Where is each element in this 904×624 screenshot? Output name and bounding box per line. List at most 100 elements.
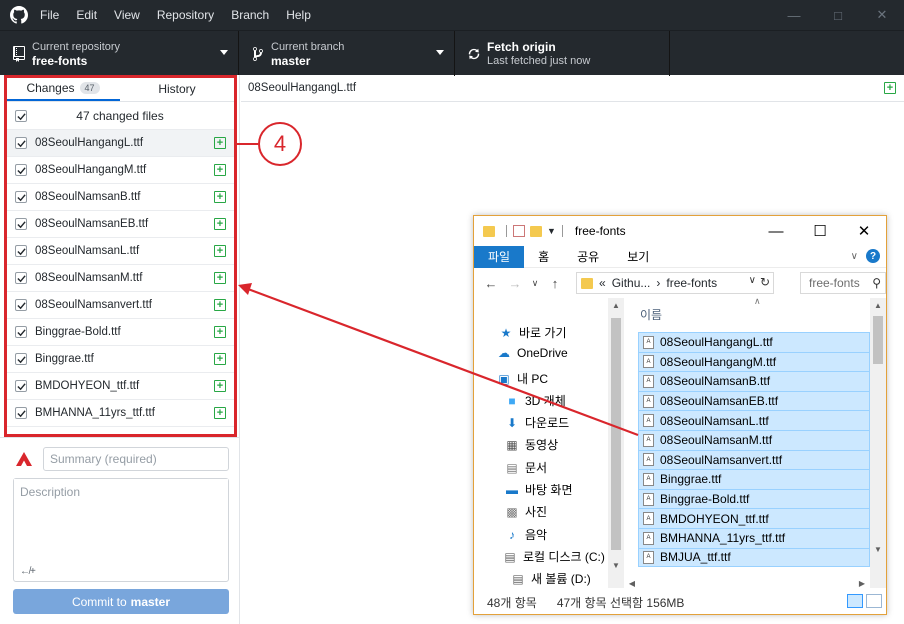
files-pane-scrollbar[interactable]: ▲ ▼ (870, 298, 886, 588)
expand-ribbon-icon[interactable]: ∨ (851, 251, 858, 262)
scroll-up-icon[interactable]: ▲ (608, 298, 624, 312)
file-row[interactable]: BMDOHYEON_ttf.ttf + (6, 373, 234, 400)
close-button[interactable]: ✕ (860, 0, 904, 30)
ribbon-tab-share[interactable]: 공유 (563, 246, 613, 268)
explorer-file-item[interactable]: A BMJUA_ttf.ttf (638, 547, 870, 568)
file-checkbox[interactable] (15, 191, 27, 203)
file-checkbox[interactable] (15, 272, 27, 284)
large-icons-view-icon[interactable] (866, 594, 882, 608)
file-checkbox[interactable] (15, 245, 27, 257)
file-row[interactable]: Binggrae.ttf + (6, 346, 234, 373)
nav-item[interactable]: ▤ 문서 (504, 459, 547, 476)
column-header-name[interactable]: 이름 (640, 306, 662, 323)
file-checkbox[interactable] (15, 218, 27, 230)
nav-item[interactable]: ♪ 음악 (504, 526, 547, 543)
nav-item[interactable]: ▩ 사진 (504, 503, 547, 520)
current-repository-dropdown[interactable]: Current repository free-fonts (0, 31, 239, 76)
breadcrumb-parent[interactable]: Githu... (612, 276, 651, 290)
recent-locations-icon[interactable]: ∨ (526, 278, 544, 289)
breadcrumb-current[interactable]: free-fonts (666, 276, 717, 290)
forward-arrow-icon[interactable]: → (506, 276, 524, 291)
menu-view[interactable]: View (114, 8, 140, 22)
commit-button[interactable]: Commit to master (13, 589, 229, 614)
menu-edit[interactable]: Edit (76, 8, 97, 22)
fetch-origin-button[interactable]: Fetch origin Last fetched just now (455, 31, 670, 76)
file-checkbox[interactable] (15, 299, 27, 311)
explorer-file-item[interactable]: A 08SeoulNamsanB.ttf (638, 371, 870, 391)
file-row[interactable]: BMHANNA_11yrs_ttf.ttf + (6, 400, 234, 427)
ribbon-tab-view[interactable]: 보기 (613, 246, 663, 268)
file-checkbox[interactable] (15, 326, 27, 338)
address-dropdown-icon[interactable]: ∨ (749, 275, 756, 289)
nav-item[interactable]: ⬇ 다운로드 (504, 414, 569, 431)
customize-qa-icon[interactable]: ▼ (547, 226, 556, 236)
file-checkbox[interactable] (15, 164, 27, 176)
nav-item[interactable]: ★ 바로 가기 (498, 324, 567, 341)
explorer-file-item[interactable]: A 08SeoulNamsanvert.ttf (638, 449, 870, 470)
explorer-file-item[interactable]: A BMDOHYEON_ttf.ttf (638, 508, 870, 528)
menu-repository[interactable]: Repository (157, 8, 214, 22)
explorer-close-button[interactable]: ✕ (842, 216, 886, 246)
file-row[interactable]: 08SeoulNamsanL.ttf + (6, 238, 234, 265)
ribbon-tab-file[interactable]: 파일 (474, 245, 525, 268)
menu-help[interactable]: Help (286, 8, 311, 22)
breadcrumb-overflow-icon[interactable]: « (599, 276, 606, 290)
explorer-minimize-button[interactable]: — (754, 216, 798, 246)
menu-branch[interactable]: Branch (231, 8, 269, 22)
file-checkbox[interactable] (15, 137, 27, 149)
menu-file[interactable]: File (40, 8, 59, 22)
minimize-button[interactable]: — (772, 0, 816, 30)
nav-item[interactable]: ■ 3D 개체 (504, 392, 565, 409)
refresh-icon[interactable]: ↻ (760, 275, 770, 289)
nav-item[interactable]: ▤ 로컬 디스크 (C:) (502, 548, 605, 565)
horizontal-scrollbar[interactable]: ◀ ▶ (624, 578, 870, 590)
scroll-down-icon[interactable]: ▼ (608, 558, 624, 572)
nav-item[interactable]: ☁ OneDrive (496, 346, 568, 360)
file-checkbox[interactable] (15, 353, 27, 365)
explorer-search-box[interactable]: free-fonts ⚲ (800, 272, 886, 294)
description-input[interactable] (14, 479, 228, 559)
nav-item[interactable]: ▬ 바탕 화면 (504, 481, 573, 498)
file-row[interactable]: Binggrae-Bold.ttf + (6, 319, 234, 346)
up-arrow-icon[interactable]: ↑ (546, 276, 564, 291)
explorer-maximize-button[interactable]: ☐ (798, 216, 842, 246)
summary-input[interactable] (43, 446, 229, 471)
nav-item[interactable]: ▦ 동영상 (504, 436, 558, 453)
file-checkbox[interactable] (15, 380, 27, 392)
explorer-file-item[interactable]: A BMHANNA_11yrs_ttf.ttf (638, 527, 870, 548)
explorer-file-item[interactable]: A Binggrae.ttf (638, 469, 870, 489)
file-row[interactable]: 08SeoulNamsanM.ttf + (6, 265, 234, 292)
explorer-file-item[interactable]: A 08SeoulNamsanM.ttf (638, 429, 870, 450)
explorer-file-item[interactable]: A 08SeoulNamsanL.ttf (638, 410, 870, 430)
file-row[interactable]: 08SeoulNamsanvert.ttf + (6, 292, 234, 319)
properties-icon[interactable] (513, 225, 525, 237)
help-icon[interactable]: ? (866, 249, 880, 263)
new-folder-icon[interactable] (530, 225, 542, 237)
ribbon-tab-home[interactable]: 홈 (524, 246, 563, 268)
scroll-up-icon[interactable]: ▲ (870, 298, 886, 312)
back-arrow-icon[interactable]: ← (482, 276, 500, 291)
explorer-file-item[interactable]: A 08SeoulNamsanEB.ttf (638, 390, 870, 411)
file-row[interactable]: 08SeoulHangangL.ttf + (6, 130, 234, 157)
nav-pane-scrollbar[interactable]: ▲ ▼ (608, 298, 624, 588)
file-row[interactable]: 08SeoulNamsanEB.ttf + (6, 211, 234, 238)
explorer-file-item[interactable]: A 08SeoulHangangL.ttf (638, 332, 870, 352)
scroll-right-icon[interactable]: ▶ (854, 576, 870, 590)
file-row[interactable]: 08SeoulNamsanB.ttf + (6, 184, 234, 211)
file-checkbox[interactable] (15, 407, 27, 419)
explorer-file-item[interactable]: A Binggrae-Bold.ttf (638, 488, 870, 509)
tab-changes[interactable]: Changes 47 (6, 77, 120, 101)
scroll-left-icon[interactable]: ◀ (624, 576, 640, 590)
details-view-icon[interactable] (847, 594, 863, 608)
scroll-down-icon[interactable]: ▼ (870, 542, 886, 556)
nav-item[interactable]: ▤ 새 볼륨 (D:) (510, 570, 590, 587)
select-all-checkbox[interactable] (15, 110, 27, 122)
file-row[interactable]: 08SeoulHangangM.ttf + (6, 157, 234, 184)
nav-item[interactable]: ▣ 내 PC (496, 370, 548, 387)
add-coauthor-icon[interactable]: ↚+ (20, 566, 36, 577)
current-branch-dropdown[interactable]: Current branch master (239, 31, 455, 76)
maximize-button[interactable]: □ (816, 0, 860, 30)
explorer-file-item[interactable]: A 08SeoulHangangM.ttf (638, 351, 870, 372)
tab-history[interactable]: History (120, 77, 234, 101)
address-bar[interactable]: « Githu... › free-fonts ∨ ↻ (576, 272, 774, 294)
